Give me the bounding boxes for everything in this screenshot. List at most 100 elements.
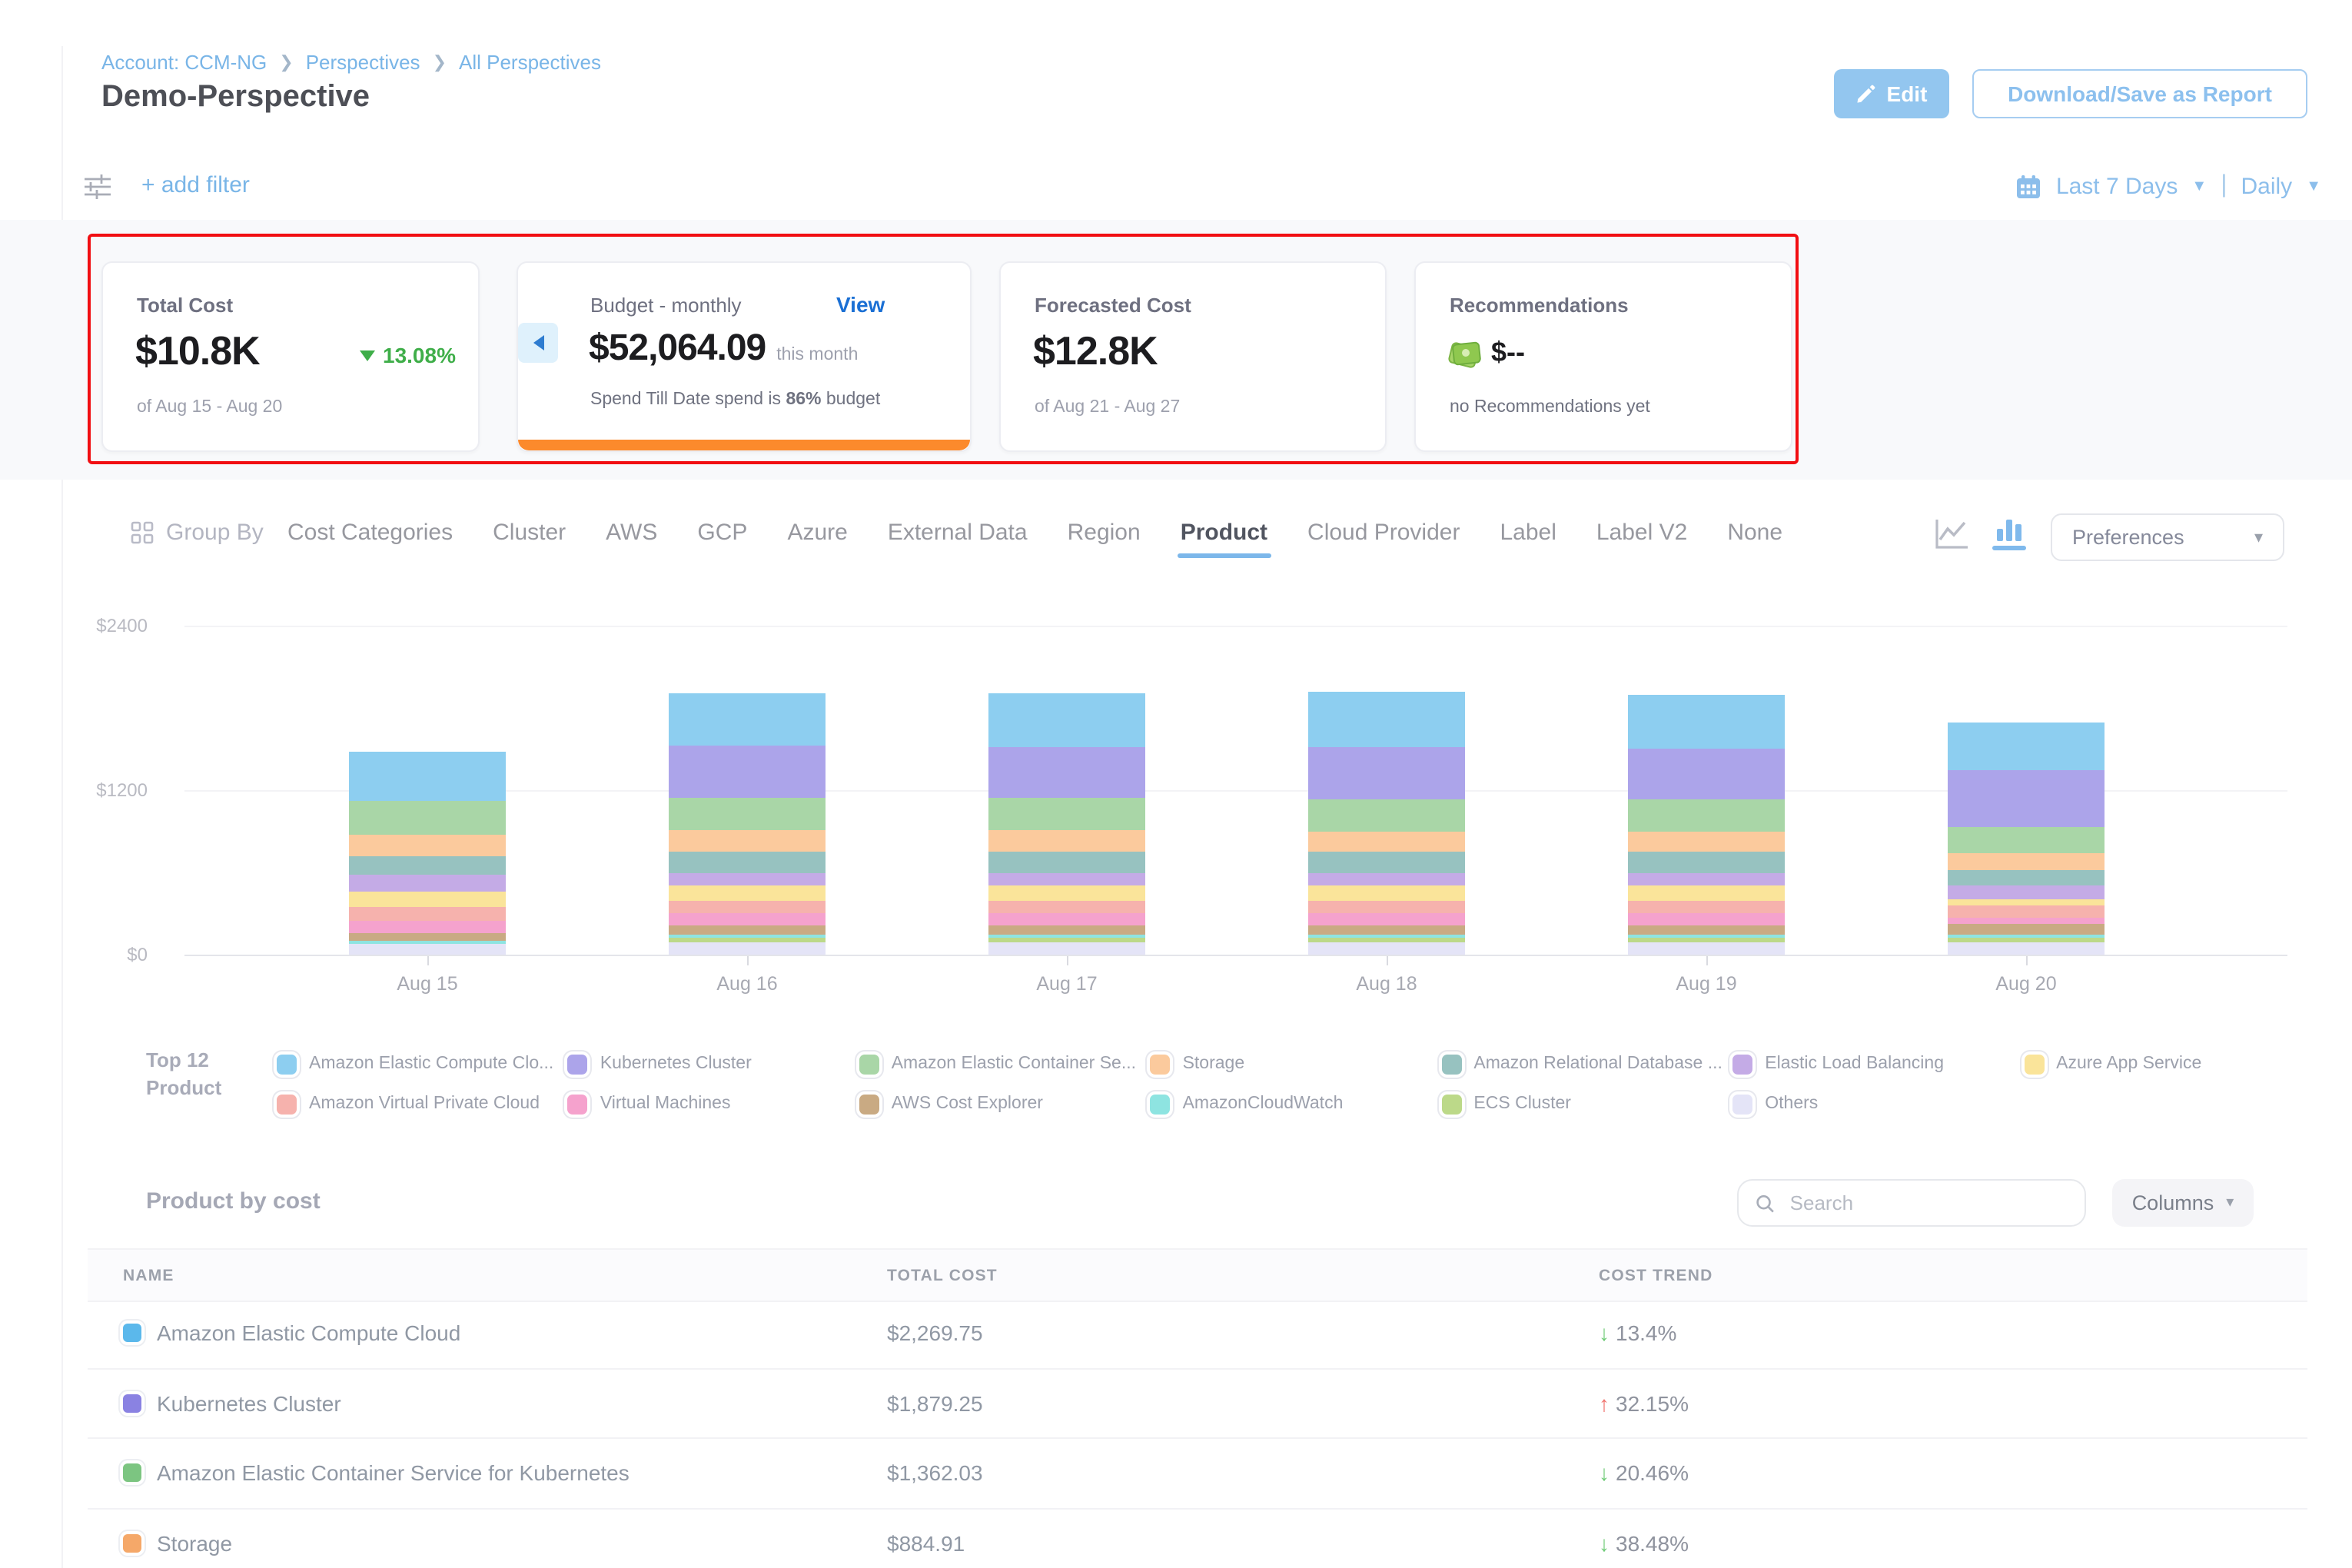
row-swatch — [123, 1464, 141, 1483]
budget-view-link[interactable]: View — [836, 292, 885, 317]
legend-item-amazoncloudwatch[interactable]: AmazonCloudWatch — [1151, 1084, 1433, 1124]
legend-item-amazon-relational-database-[interactable]: Amazon Relational Database ... — [1441, 1044, 1723, 1084]
bar-segment — [1628, 913, 1785, 925]
bar-segment — [1948, 723, 2105, 771]
legend-item-amazon-elastic-compute-clo-[interactable]: Amazon Elastic Compute Clo... — [277, 1044, 559, 1084]
preferences-dropdown[interactable]: Preferences ▾ — [2051, 513, 2284, 561]
forecasted-cost-period: of Aug 21 - Aug 27 — [1035, 398, 1180, 417]
bar-segment — [1308, 942, 1465, 955]
table-header-total-cost[interactable]: TOTAL COST — [887, 1266, 1599, 1284]
pencil-icon — [1856, 84, 1876, 104]
legend-item-ecs-cluster[interactable]: ECS Cluster — [1441, 1084, 1723, 1124]
tab-cost-categories[interactable]: Cost Categories — [287, 520, 453, 546]
legend-swatch — [859, 1094, 879, 1114]
table-row[interactable]: Kubernetes Cluster$1,879.25↑32.15% — [88, 1369, 2307, 1439]
table-row[interactable]: Amazon Elastic Container Service for Kub… — [88, 1439, 2307, 1509]
stacked-bar-aug-17[interactable] — [988, 693, 1145, 955]
time-controls: Last 7 Days ▼ | Daily ▼ — [2016, 172, 2321, 200]
budget-note-pct: 86% — [786, 390, 821, 409]
bar-segment — [1308, 913, 1465, 925]
bar-segment — [988, 798, 1145, 830]
tab-product[interactable]: Product — [1181, 520, 1267, 546]
chevron-down-icon[interactable]: ▼ — [2306, 178, 2321, 194]
legend-item-storage[interactable]: Storage — [1151, 1044, 1433, 1084]
perspective-dashboard: Account: CCM-NG ❯ Perspectives ❯ All Per… — [0, 0, 2352, 1568]
bar-segment — [349, 944, 506, 955]
legend-item-azure-app-service[interactable]: Azure App Service — [2024, 1044, 2306, 1084]
legend-item-others[interactable]: Others — [1732, 1084, 2015, 1124]
legend-swatch — [2024, 1054, 2044, 1074]
tab-aws[interactable]: AWS — [606, 520, 657, 546]
bar-chart-icon[interactable] — [1992, 520, 2026, 550]
granularity-selector[interactable]: Daily — [2241, 173, 2293, 199]
stacked-bar-chart: Aug 15Aug 16Aug 17Aug 18Aug 19Aug 20 — [184, 626, 2287, 955]
legend-item-kubernetes-cluster[interactable]: Kubernetes Cluster — [568, 1044, 850, 1084]
tab-label[interactable]: Label — [1500, 520, 1556, 546]
stacked-bar-aug-18[interactable] — [1308, 692, 1465, 955]
add-filter-button[interactable]: + add filter — [141, 172, 250, 198]
download-save-report-button[interactable]: Download/Save as Report — [1972, 69, 2307, 118]
table-row[interactable]: Storage$884.91↓38.48% — [88, 1509, 2307, 1568]
columns-dropdown[interactable]: Columns ▾ — [2112, 1179, 2254, 1227]
stacked-bar-aug-19[interactable] — [1628, 694, 1785, 955]
download-button-label: Download/Save as Report — [2008, 81, 2272, 106]
legend-item-amazon-virtual-private-cloud[interactable]: Amazon Virtual Private Cloud — [277, 1084, 559, 1124]
tab-cloud-provider[interactable]: Cloud Provider — [1307, 520, 1460, 546]
search-input[interactable] — [1787, 1190, 2068, 1216]
legend-swatch — [1441, 1094, 1461, 1114]
legend-label: AWS Cost Explorer — [892, 1095, 1043, 1113]
bar-segment — [1308, 746, 1465, 799]
row-trend-value: 20.46% — [1616, 1461, 1689, 1486]
bar-segment — [349, 874, 506, 891]
breadcrumb-all-perspectives[interactable]: All Perspectives — [459, 51, 601, 74]
tab-none[interactable]: None — [1727, 520, 1782, 546]
legend-item-aws-cost-explorer[interactable]: AWS Cost Explorer — [859, 1084, 1141, 1124]
total-cost-delta: 13.08% — [360, 343, 456, 367]
legend-item-elastic-load-balancing[interactable]: Elastic Load Balancing — [1732, 1044, 2015, 1084]
filter-sliders-icon[interactable] — [83, 172, 112, 209]
x-tick — [2026, 955, 2028, 965]
budget-value-row: $52,064.09 this month — [589, 327, 858, 370]
stacked-bar-aug-20[interactable] — [1948, 723, 2105, 955]
legend-label: Amazon Elastic Container Se... — [892, 1055, 1136, 1073]
carousel-prev-button[interactable] — [518, 323, 558, 363]
table-header-name[interactable]: NAME — [88, 1266, 887, 1284]
bar-segment — [349, 834, 506, 856]
edit-button[interactable]: Edit — [1834, 69, 1949, 118]
table-row[interactable]: Amazon Elastic Compute Cloud$2,269.75↓13… — [88, 1299, 2307, 1369]
bar-segment — [669, 925, 826, 934]
breadcrumb-account[interactable]: Account: CCM-NG — [101, 51, 267, 74]
tab-azure[interactable]: Azure — [787, 520, 847, 546]
money-icon — [1448, 341, 1479, 365]
legend-item-virtual-machines[interactable]: Virtual Machines — [568, 1084, 850, 1124]
bar-segment — [1948, 899, 2105, 905]
recommendations-value: $-- — [1491, 337, 1525, 369]
tab-region[interactable]: Region — [1068, 520, 1141, 546]
legend-swatch — [568, 1094, 588, 1114]
bar-segment — [1308, 925, 1465, 934]
y-tick-2400: $2400 — [55, 615, 148, 636]
breadcrumb-perspectives[interactable]: Perspectives — [306, 51, 420, 74]
x-label: Aug 19 — [1676, 973, 1736, 995]
chevron-down-icon[interactable]: ▼ — [2191, 178, 2207, 194]
stacked-bar-aug-15[interactable] — [349, 752, 506, 955]
line-chart-icon[interactable] — [1934, 517, 1971, 550]
columns-label: Columns — [2132, 1191, 2214, 1214]
bar-segment — [669, 901, 826, 913]
x-label: Aug 20 — [1995, 973, 2056, 995]
tab-label-v2[interactable]: Label V2 — [1596, 520, 1687, 546]
date-range-selector[interactable]: Last 7 Days — [2056, 173, 2178, 199]
table-header-cost-trend[interactable]: COST TREND — [1599, 1266, 2307, 1284]
tab-cluster[interactable]: Cluster — [493, 520, 566, 546]
tab-gcp[interactable]: GCP — [697, 520, 747, 546]
stacked-bar-aug-16[interactable] — [669, 693, 826, 955]
bar-segment — [1308, 832, 1465, 852]
legend-item-amazon-elastic-container-se-[interactable]: Amazon Elastic Container Se... — [859, 1044, 1141, 1084]
bar-segment — [1948, 885, 2105, 899]
total-cost-label: Total Cost — [137, 294, 233, 317]
forecasted-cost-value: $12.8K — [1033, 327, 1158, 375]
breadcrumb: Account: CCM-NG ❯ Perspectives ❯ All Per… — [101, 51, 601, 74]
tab-external-data[interactable]: External Data — [888, 520, 1028, 546]
forecasted-cost-label: Forecasted Cost — [1035, 294, 1191, 317]
bar-segment — [988, 942, 1145, 955]
